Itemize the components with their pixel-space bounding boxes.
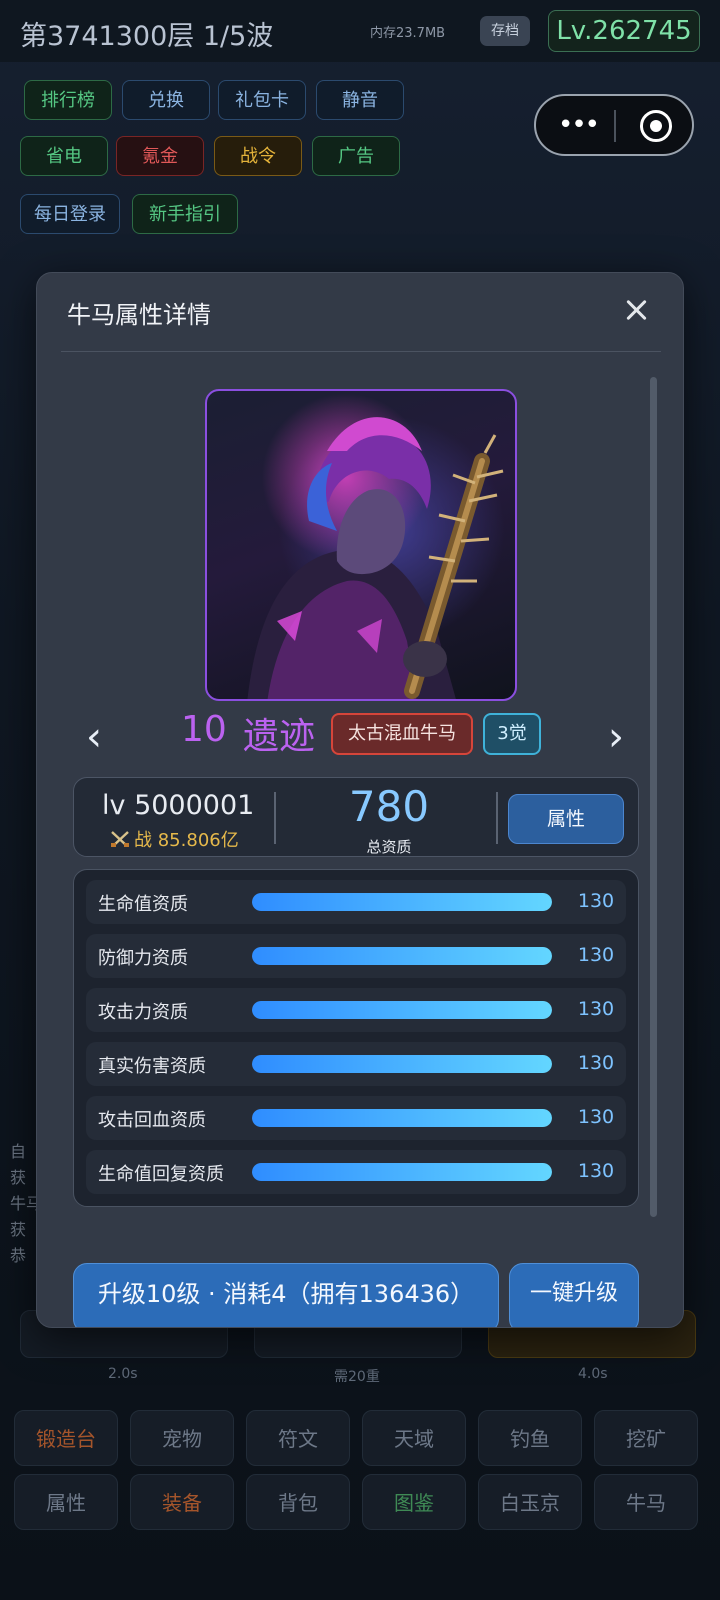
leaderboard-button[interactable]: 排行榜 (24, 80, 112, 120)
aptitude-label: 防御力资质 (98, 948, 188, 969)
one-key-upgrade-button[interactable]: 一键升级 (509, 1263, 639, 1327)
aptitude-row: 攻击力资质 130 (86, 988, 626, 1032)
floor-title: 第3741300层 1/5波 (20, 21, 274, 52)
aptitude-value: 130 (577, 944, 615, 966)
player-level-badge: Lv.262745 (548, 10, 700, 52)
aptitude-bar-fill (252, 893, 552, 911)
stats-divider (496, 792, 498, 844)
nav-baiyujing[interactable]: 白玉京 (478, 1474, 582, 1530)
character-rarity: 遗迹 (243, 716, 316, 757)
swords-icon (111, 831, 129, 847)
aptitude-label: 攻击力资质 (98, 1002, 188, 1023)
aptitude-row: 攻击回血资质 130 (86, 1096, 626, 1140)
log-line: 恭 (10, 1246, 27, 1265)
mini-program-capsule: ••• (534, 94, 694, 156)
aptitude-value: 130 (577, 998, 615, 1020)
aptitude-value: 130 (577, 890, 615, 912)
stats-divider (274, 792, 276, 844)
character-level: 10 (181, 709, 227, 750)
chevron-left-icon[interactable]: ‹ (79, 717, 109, 757)
aptitude-bar (252, 947, 552, 965)
nav-codex[interactable]: 图鉴 (362, 1474, 466, 1530)
combat-power-prefix: 战 (134, 830, 152, 851)
title-divider (61, 351, 661, 352)
log-line: 获 (10, 1220, 27, 1239)
ads-button[interactable]: 广告 (312, 136, 400, 176)
nav-forge[interactable]: 锻造台 (14, 1410, 118, 1466)
daily-login-button[interactable]: 每日登录 (20, 194, 120, 234)
stats-card: lv 5000001 战 85.806亿 780 总资质 属性 (73, 777, 639, 857)
aptitude-bar (252, 1001, 552, 1019)
scrollbar[interactable] (650, 377, 657, 1217)
combat-power-value: 85.806亿 (157, 830, 239, 851)
aptitude-bar-fill (252, 947, 552, 965)
save-button[interactable]: 存档 (480, 16, 530, 46)
aptitude-label: 真实伤害资质 (98, 1056, 206, 1077)
log-line: 自 (10, 1142, 27, 1161)
aptitude-value: 130 (577, 1106, 615, 1128)
battle-pass-button[interactable]: 战令 (214, 136, 302, 176)
log-line: 获 (10, 1168, 27, 1187)
aptitude-bar (252, 1109, 552, 1127)
mute-button[interactable]: 静音 (316, 80, 404, 120)
exchange-button[interactable]: 兑换 (122, 80, 210, 120)
timer-text: 需20重 (334, 1369, 380, 1385)
aptitude-value: 130 (577, 1052, 615, 1074)
more-dots-icon[interactable]: ••• (558, 110, 600, 140)
portrait-illustration (247, 417, 504, 699)
aptitude-bar-fill (252, 1163, 552, 1181)
nav-pet[interactable]: 宠物 (130, 1410, 234, 1466)
nav-fishing[interactable]: 钓鱼 (478, 1410, 582, 1466)
nav-attributes[interactable]: 属性 (14, 1474, 118, 1530)
tutorial-button[interactable]: 新手指引 (132, 194, 238, 234)
aptitude-bar-fill (252, 1055, 552, 1073)
aptitude-label: 生命值资质 (98, 894, 188, 915)
unit-level: lv 5000001 (102, 790, 255, 821)
aptitude-label: 生命值回复资质 (98, 1164, 224, 1185)
target-icon[interactable] (640, 110, 672, 142)
nav-mining[interactable]: 挖矿 (594, 1410, 698, 1466)
aptitude-label: 攻击回血资质 (98, 1110, 206, 1131)
aptitude-value: 130 (577, 1160, 615, 1182)
modal-title: 牛马属性详情 (67, 301, 211, 329)
aptitude-row: 防御力资质 130 (86, 934, 626, 978)
capsule-divider (614, 110, 616, 142)
nav-backpack[interactable]: 背包 (246, 1474, 350, 1530)
aptitude-bar (252, 893, 552, 911)
total-aptitude-value: 780 (348, 782, 430, 831)
aptitude-row: 生命值资质 130 (86, 880, 626, 924)
close-icon[interactable] (619, 293, 655, 329)
top-bar: 第3741300层 1/5波 内存23.7MB 存档 Lv.262745 (0, 0, 720, 62)
nav-sky-domain[interactable]: 天域 (362, 1410, 466, 1466)
timer-text: 4.0s (578, 1366, 608, 1382)
aptitude-bar (252, 1163, 552, 1181)
combat-power: 战 85.806亿 (110, 826, 239, 852)
character-type-badge: 太古混血牛马 (331, 713, 473, 755)
nav-niuma[interactable]: 牛马 (594, 1474, 698, 1530)
nav-equipment[interactable]: 装备 (130, 1474, 234, 1530)
nav-rune[interactable]: 符文 (246, 1410, 350, 1466)
aptitude-panel: 生命值资质 130 防御力资质 130 攻击力资质 130 真实伤害资质 130… (73, 869, 639, 1207)
character-portrait (205, 389, 517, 701)
timer-text: 2.0s (108, 1366, 138, 1382)
aptitude-bar-fill (252, 1001, 552, 1019)
upgrade-button[interactable]: 升级10级 · 消耗4（拥有136436） (73, 1263, 499, 1327)
aptitude-row: 真实伤害资质 130 (86, 1042, 626, 1086)
gift-card-button[interactable]: 礼包卡 (218, 80, 306, 120)
recharge-button[interactable]: 氪金 (116, 136, 204, 176)
aptitude-row: 生命值回复资质 130 (86, 1150, 626, 1194)
aptitude-bar-fill (252, 1109, 552, 1127)
memory-text: 内存23.7MB (370, 26, 446, 41)
power-save-button[interactable]: 省电 (20, 136, 108, 176)
aptitude-bar (252, 1055, 552, 1073)
chevron-right-icon[interactable]: › (601, 717, 631, 757)
niuma-detail-modal: 牛马属性详情 ‹ › 10 遗迹 太古混血牛马 3觉 lv 5000001 战 … (36, 272, 684, 1328)
total-aptitude-label: 总资质 (366, 838, 412, 856)
awaken-badge: 3觉 (483, 713, 541, 755)
attributes-button[interactable]: 属性 (508, 794, 624, 844)
